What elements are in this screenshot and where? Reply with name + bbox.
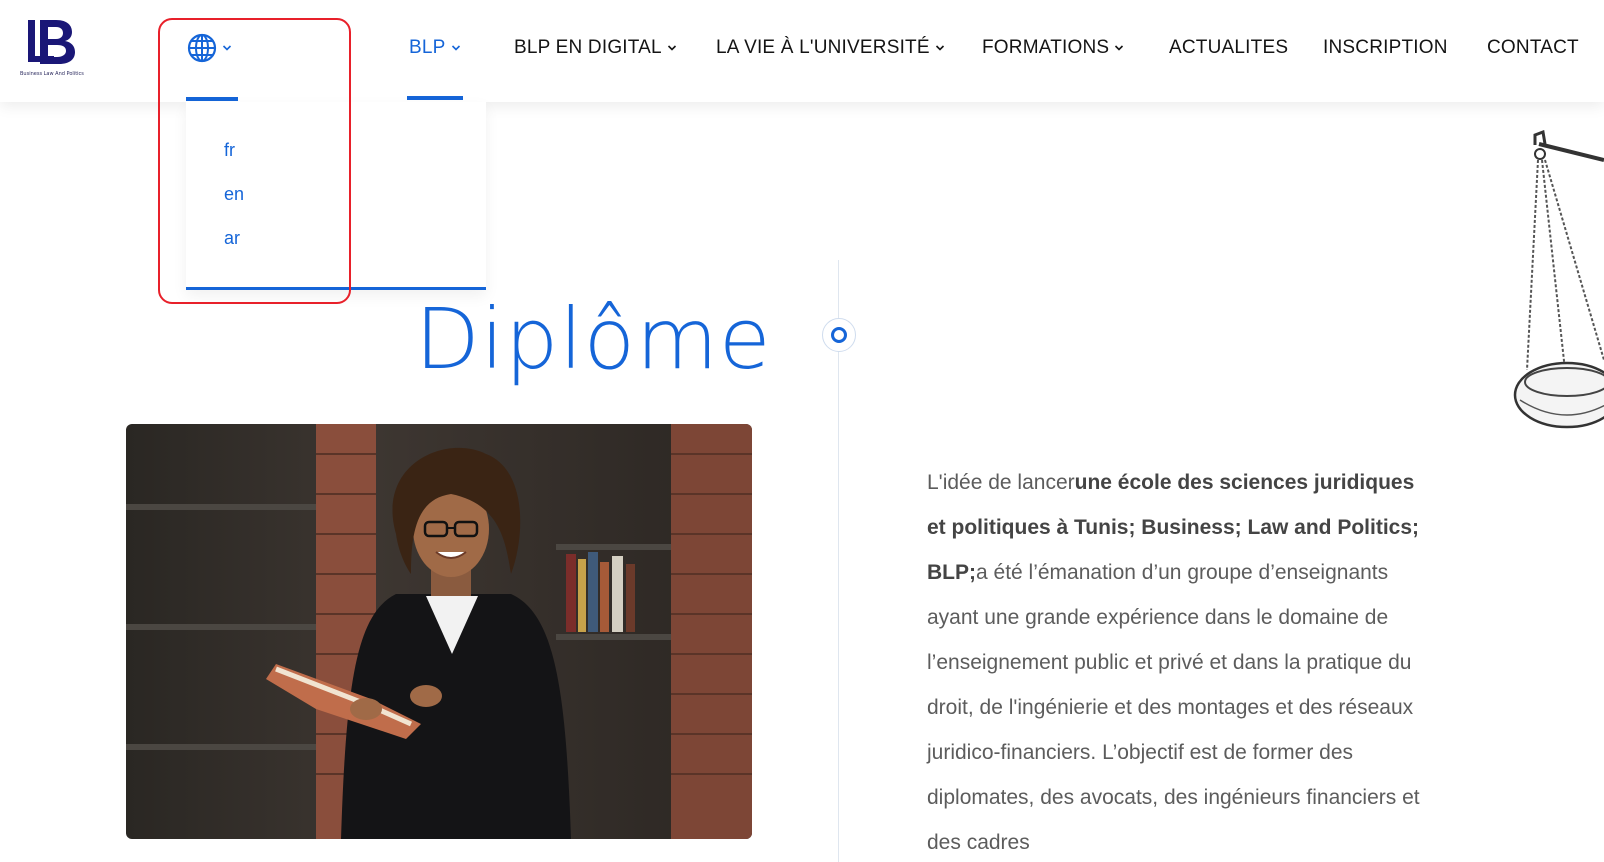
justice-scale-icon (1505, 129, 1604, 460)
intro-paragraph: L'idée de lancerune école des sciences j… (927, 460, 1427, 862)
photo-illustration (126, 424, 752, 839)
nav-item-label: CONTACT (1487, 37, 1579, 58)
chevron-down-icon (222, 45, 232, 51)
site-header: Business Law And Politics BLP BLP EN DIG… (0, 0, 1604, 102)
intro-text-start: L'idée de lancer (927, 471, 1075, 494)
logo-caption: Business Law And Politics (20, 71, 84, 77)
globe-icon (187, 33, 217, 63)
nav-item-blp-en-digital[interactable]: BLP EN DIGITAL (514, 37, 677, 59)
nav-item-blp[interactable]: BLP (409, 37, 461, 59)
nav-item-inscription[interactable]: INSCRIPTION (1323, 37, 1448, 59)
language-option-en[interactable]: en (224, 184, 244, 205)
nav-item-la-vie-universite[interactable]: LA VIE À L'UNIVERSITÉ (716, 37, 945, 59)
nav-item-label: BLP EN DIGITAL (514, 37, 662, 58)
nav-active-underline (407, 96, 463, 100)
language-active-underline (186, 97, 238, 101)
page-title: Diplôme (415, 290, 772, 388)
nav-item-label: BLP (409, 37, 446, 58)
graduate-photo (126, 424, 752, 839)
nav-item-label: LA VIE À L'UNIVERSITÉ (716, 37, 930, 58)
timeline-dot (822, 318, 856, 352)
language-option-fr[interactable]: fr (224, 140, 235, 161)
nav-item-actualites[interactable]: ACTUALITES (1169, 37, 1288, 59)
chevron-down-icon (1115, 45, 1124, 51)
blp-logo-icon (28, 20, 75, 64)
chevron-down-icon (451, 45, 460, 51)
chevron-down-icon (935, 45, 944, 51)
chevron-down-icon (667, 45, 676, 51)
nav-item-label: INSCRIPTION (1323, 37, 1448, 58)
language-selector[interactable] (186, 32, 232, 64)
intro-text-end: a été l’émanation d’un groupe d’enseigna… (927, 561, 1420, 854)
nav-item-label: FORMATIONS (982, 37, 1110, 58)
language-dropdown: fr en ar (186, 102, 486, 290)
nav-item-formations[interactable]: FORMATIONS (982, 37, 1124, 59)
nav-item-label: ACTUALITES (1169, 37, 1289, 58)
site-logo[interactable]: Business Law And Politics (18, 16, 84, 82)
nav-item-contact[interactable]: CONTACT (1487, 37, 1579, 59)
language-option-ar[interactable]: ar (224, 228, 240, 249)
